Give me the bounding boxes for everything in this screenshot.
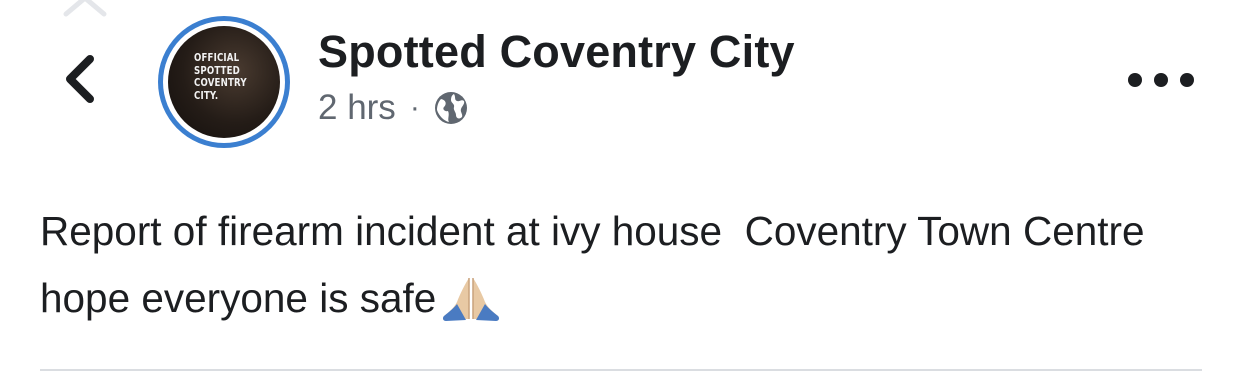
page-name-link[interactable]: Spotted Coventry City [318,26,795,78]
globe-icon[interactable] [432,89,470,127]
chevron-up-icon [63,0,107,17]
more-horizontal-icon [1128,73,1142,87]
chevron-left-icon [66,55,94,103]
meta-separator: · [409,91,420,124]
more-options-button[interactable] [1128,60,1194,100]
page-avatar[interactable]: OFFICIAL SPOTTED COVENTRY CITY. [158,16,290,148]
praying-hands-icon [443,278,500,321]
post-card: OFFICIAL SPOTTED COVENTRY CITY. Spotted … [0,0,1242,386]
post-text: Report of firearm incident at ivy house … [40,208,1156,321]
post-meta: 2 hrs · [318,86,470,130]
avatar-image: OFFICIAL SPOTTED COVENTRY CITY. [168,26,280,138]
post-timestamp[interactable]: 2 hrs [318,88,396,128]
post-message: Report of firearm incident at ivy house … [40,198,1220,332]
divider [40,369,1202,371]
back-button[interactable] [52,44,108,114]
avatar-logo-text: OFFICIAL SPOTTED COVENTRY CITY. [194,52,247,102]
